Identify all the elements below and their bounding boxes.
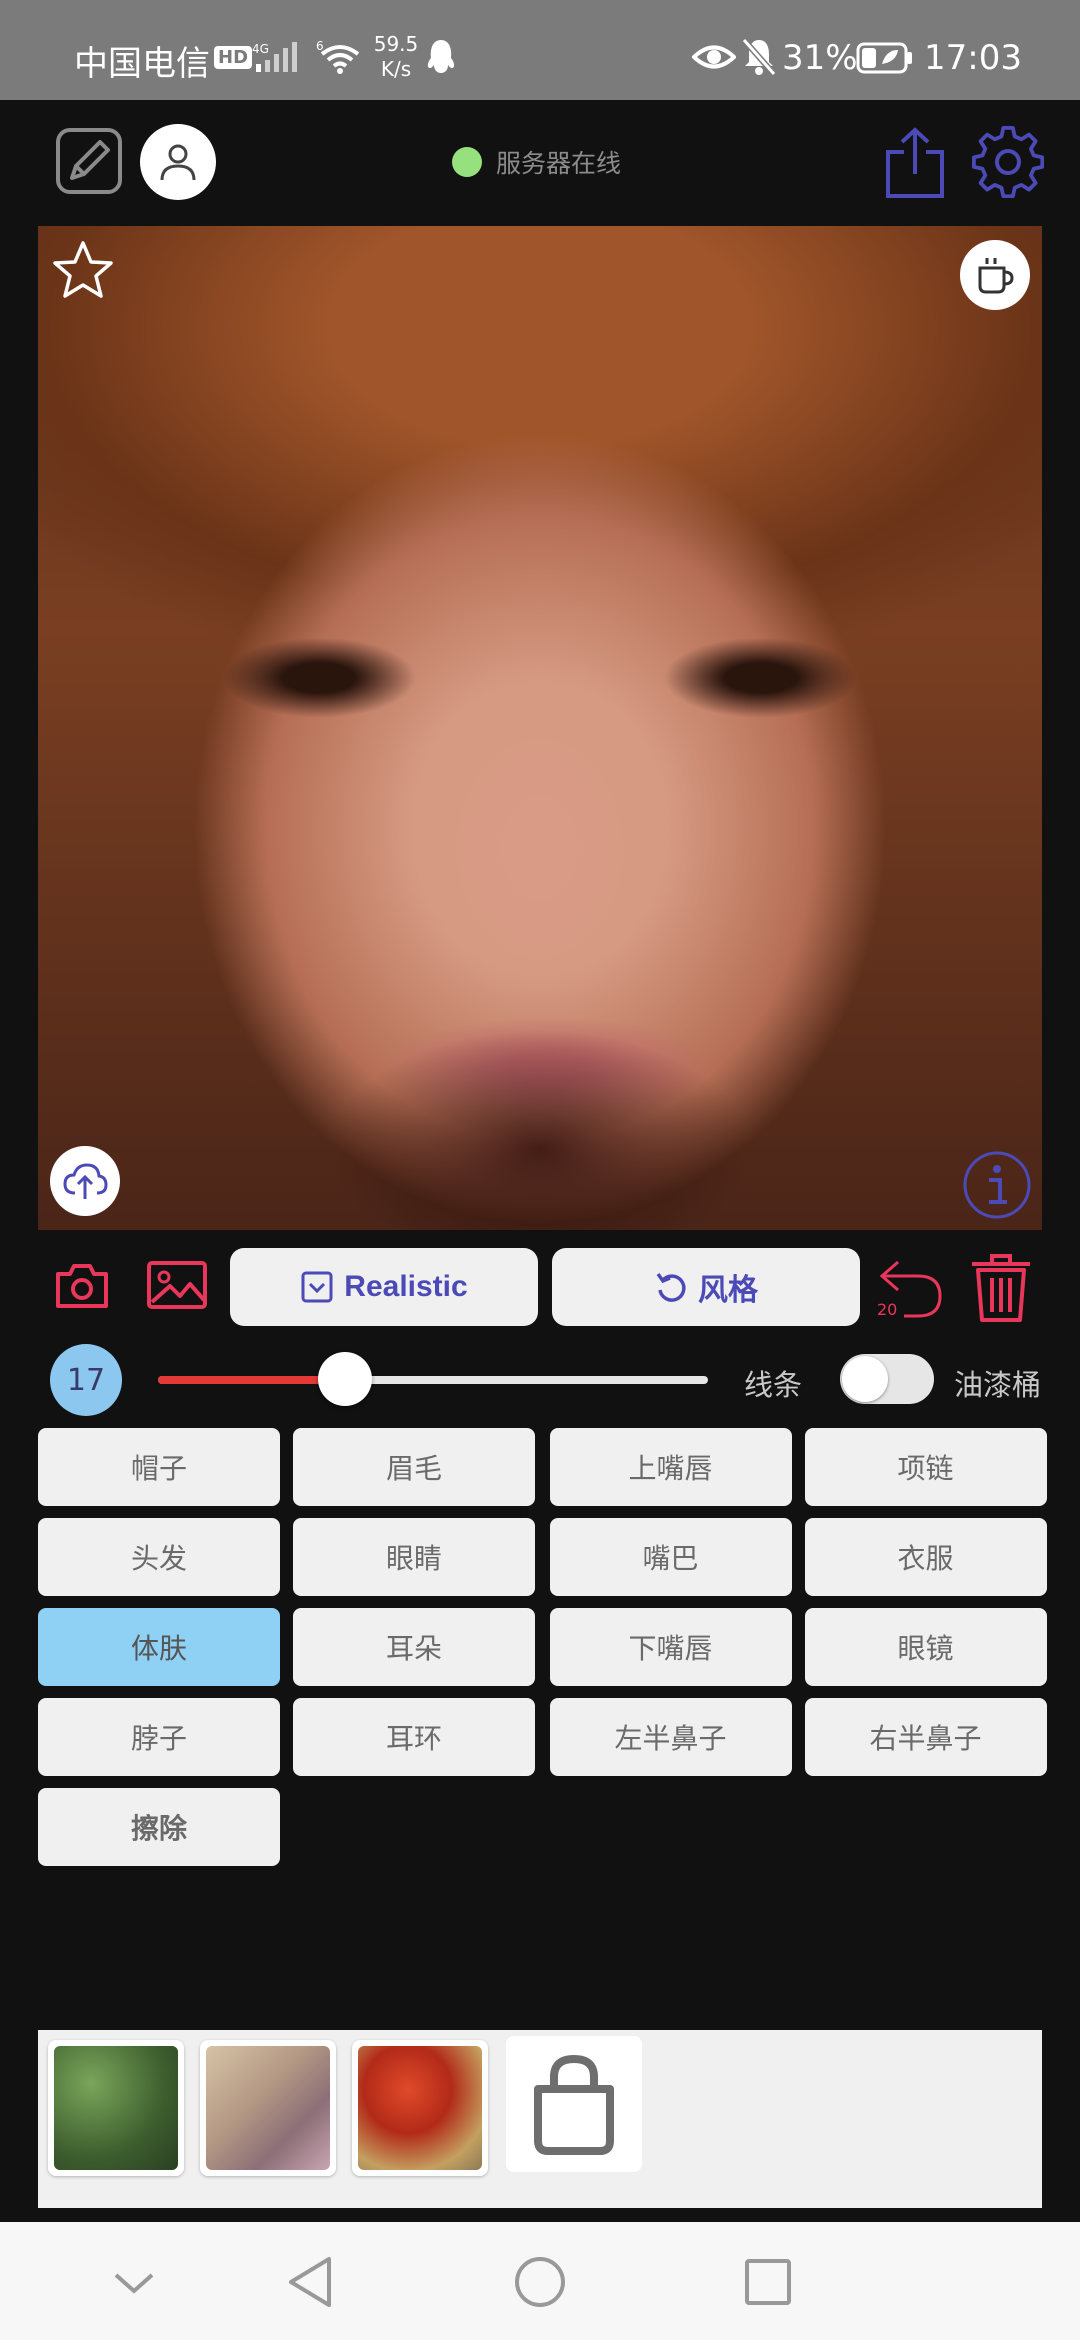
part-button[interactable]: 右半鼻子 — [804, 1698, 1047, 1776]
image-icon[interactable] — [146, 1260, 208, 1310]
speed-unit: K/s — [380, 57, 412, 81]
part-button[interactable]: 耳朵 — [293, 1608, 535, 1686]
star-icon[interactable] — [52, 240, 114, 300]
qq-icon — [427, 40, 455, 73]
network-type-2-label: 6 — [316, 39, 324, 53]
part-button[interactable]: 嘴巴 — [549, 1518, 792, 1596]
nav-home-button[interactable] — [510, 2252, 570, 2312]
paint-bucket-toggle[interactable] — [840, 1354, 934, 1404]
upload-button[interactable] — [50, 1146, 120, 1216]
brush-size-badge: 17 — [50, 1344, 122, 1416]
network-type-label: 4G — [252, 42, 269, 56]
edit-icon[interactable] — [54, 126, 124, 196]
back-triangle-icon — [289, 2257, 331, 2307]
status-bar: 中国电信 HD 4G 6 59.5 K/s 31% 17:03 — [0, 0, 1080, 100]
slider-thumb[interactable] — [318, 1352, 372, 1406]
part-button[interactable]: 体肤 — [38, 1608, 280, 1686]
cellular-signal-icon: 4G — [252, 42, 297, 72]
part-button[interactable]: 左半鼻子 — [549, 1698, 792, 1776]
nav-hide-button[interactable] — [104, 2252, 164, 2312]
clock: 17:03 — [924, 38, 1022, 78]
camera-icon[interactable] — [54, 1262, 110, 1310]
part-button[interactable]: 眼镜 — [804, 1608, 1047, 1686]
grass-texture[interactable] — [48, 2040, 184, 2176]
shop-button[interactable] — [506, 2036, 642, 2172]
app-screen: 中国电信 HD 4G 6 59.5 K/s 31% 17:03 服务器在线 Re… — [0, 0, 1080, 2340]
recents-square-icon — [745, 2259, 791, 2305]
gear-icon[interactable] — [972, 126, 1044, 198]
hd-badge: HD — [214, 46, 253, 69]
part-button[interactable]: 耳环 — [293, 1698, 535, 1776]
texture-strip — [38, 2030, 1042, 2208]
pebble-texture[interactable] — [200, 2040, 336, 2176]
part-button[interactable]: 衣服 — [804, 1518, 1047, 1596]
refresh-icon — [654, 1270, 688, 1304]
style-label: 风格 — [698, 1274, 758, 1307]
user-icon — [160, 144, 196, 181]
coffee-icon — [978, 258, 1014, 294]
system-nav-bar — [0, 2222, 1080, 2340]
realistic-button[interactable]: Realistic — [230, 1248, 538, 1326]
carrier-label: 中国电信 — [74, 44, 210, 84]
toggle-knob — [842, 1356, 888, 1402]
speed-value: 59.5 — [373, 32, 419, 56]
realistic-label: Realistic — [344, 1270, 468, 1303]
chevron-down-icon — [114, 2273, 154, 2294]
red-leaves-texture[interactable] — [352, 2040, 488, 2176]
nav-back-button[interactable] — [280, 2252, 340, 2312]
part-button[interactable]: 脖子 — [38, 1698, 280, 1776]
part-button[interactable]: 头发 — [38, 1518, 280, 1596]
part-button[interactable]: 眉毛 — [293, 1428, 535, 1506]
mode-bucket-label: 油漆桶 — [954, 1368, 1042, 1402]
undo-count: 20 — [877, 1300, 898, 1319]
slider-fill — [158, 1376, 345, 1384]
nav-recents-button[interactable] — [738, 2252, 798, 2312]
home-circle-icon — [515, 2257, 565, 2307]
battery-percent: 31% — [782, 38, 858, 78]
part-button[interactable]: 帽子 — [38, 1428, 280, 1506]
bell-off-icon — [741, 38, 777, 76]
share-icon[interactable] — [880, 126, 950, 200]
cloud-upload-icon — [63, 1163, 108, 1199]
server-status-dot — [452, 147, 482, 177]
shopping-bag-icon — [534, 2054, 614, 2155]
part-button[interactable]: 上嘴唇 — [549, 1428, 792, 1506]
network-speed: 59.5 K/s — [366, 32, 426, 82]
trash-icon[interactable] — [968, 1252, 1034, 1324]
brush-size-slider[interactable] — [158, 1352, 708, 1406]
server-status-label: 服务器在线 — [496, 149, 622, 178]
info-icon[interactable] — [962, 1150, 1032, 1220]
photo-canvas[interactable] — [38, 226, 1042, 1230]
style-button[interactable]: 风格 — [552, 1248, 860, 1326]
wifi-icon: 6 — [316, 39, 360, 74]
eye-comfort-icon — [692, 45, 736, 69]
server-status: 服务器在线 — [452, 144, 621, 180]
part-button[interactable]: 擦除 — [38, 1788, 280, 1866]
part-button[interactable]: 下嘴唇 — [549, 1608, 792, 1686]
part-button[interactable]: 眼睛 — [293, 1518, 535, 1596]
battery-icon — [856, 42, 912, 74]
coffee-button[interactable] — [960, 240, 1030, 310]
checkbox-icon — [300, 1270, 334, 1304]
mode-line-label: 线条 — [744, 1368, 803, 1402]
top-toolbar: 服务器在线 — [0, 100, 1080, 226]
avatar-button[interactable] — [140, 124, 216, 200]
part-button[interactable]: 项链 — [804, 1428, 1047, 1506]
